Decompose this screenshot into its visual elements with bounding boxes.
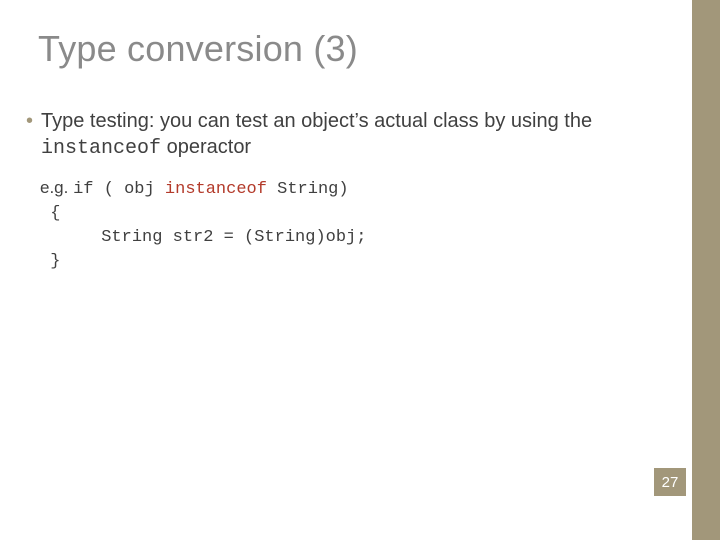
page-number: 27 [662,474,679,491]
slide-title: Type conversion (3) [38,28,358,70]
bullet-text: Type testing: you can test an object’s a… [41,108,660,162]
bullet-text-pre: Type testing: you can test an object’s a… [41,110,592,132]
code-line-1: if ( obj instanceof String) [73,180,348,199]
code-line-3: String str2 = (String)obj; [40,226,660,250]
bullet-text-operator: instanceof [41,137,161,160]
bullet-text-post: operactor [161,136,251,158]
side-accent-bar [692,0,720,540]
bullet-item: • Type testing: you can test an object’s… [40,108,660,162]
bullet-dot-icon: • [26,108,33,134]
code-line-4: } [40,250,660,274]
slide-content: • Type testing: you can test an object’s… [40,108,660,274]
code-example: e.g. if ( obj instanceof String) { Strin… [40,176,660,274]
code-line-1b: String) [267,180,349,199]
example-label: e.g. [40,178,73,197]
code-line-1a: if ( obj [73,180,165,199]
code-line-2: { [40,202,660,226]
page-number-badge: 27 [654,468,686,496]
code-keyword-instanceof: instanceof [165,180,267,199]
